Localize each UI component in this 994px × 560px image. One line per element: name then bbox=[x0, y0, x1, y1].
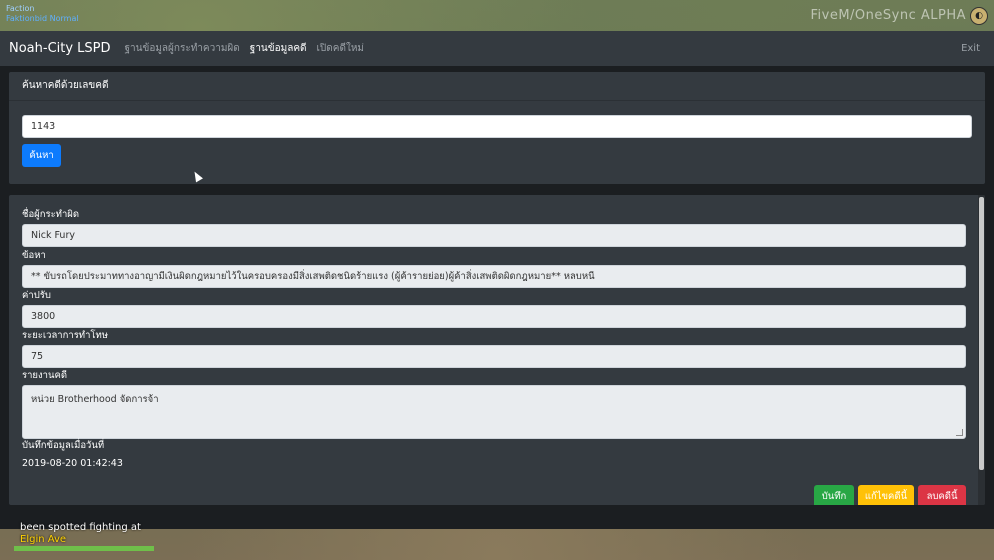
save-button[interactable]: บันทึก bbox=[814, 485, 854, 505]
search-card: ค้นหาคดีด้วยเลขคดี 1143 ค้นหา bbox=[9, 72, 985, 184]
fine-label: ค่าปรับ bbox=[22, 290, 51, 301]
report-label: รายงานคดี bbox=[22, 370, 67, 381]
notification-text: been spotted fighting at bbox=[20, 522, 141, 533]
hud-top-left-line2: Faktionbid Normal bbox=[6, 14, 79, 23]
nav-case-database[interactable]: ฐานข้อมูลคดี bbox=[250, 41, 307, 56]
voice-icon: ◐ bbox=[970, 7, 988, 25]
fine-field[interactable]: 3800 bbox=[22, 305, 966, 328]
navbar: Noah-City LSPD ฐานข้อมูลผู้กระทำความผิด … bbox=[0, 31, 994, 66]
saved-date-label: บันทึกข้อมูลเมื่อวันที่ bbox=[22, 440, 105, 451]
health-bar bbox=[14, 546, 154, 551]
brand-title[interactable]: Noah-City LSPD bbox=[9, 41, 111, 56]
health-bar-fill bbox=[14, 546, 154, 551]
nav-offender-database[interactable]: ฐานข้อมูลผู้กระทำความผิด bbox=[125, 41, 240, 56]
hud-top-left: Faction Faktionbid Normal bbox=[6, 4, 79, 24]
hud-top-left-line1: Faction bbox=[6, 4, 35, 13]
mdt-window: Noah-City LSPD ฐานข้อมูลผู้กระทำความผิด … bbox=[0, 31, 994, 529]
delete-case-button[interactable]: ลบคดีนี้ bbox=[918, 485, 966, 505]
hud-notification: been spotted fighting at Elgin Ave bbox=[20, 522, 141, 546]
case-number-input[interactable]: 1143 bbox=[22, 115, 972, 138]
charge-label: ข้อหา bbox=[22, 250, 46, 261]
search-button[interactable]: ค้นหา bbox=[22, 144, 61, 167]
report-text: หน่วย Brotherhood จัดการจ้า bbox=[31, 394, 159, 405]
record-scrollbar[interactable] bbox=[978, 195, 985, 505]
case-record-card: ชื่อผู้กระทำผิด Nick Fury ข้อหา ** ขับรถ… bbox=[9, 195, 985, 505]
offender-name-field[interactable]: Nick Fury bbox=[22, 224, 966, 247]
server-watermark: FiveM/OneSync ALPHA bbox=[810, 8, 966, 23]
nav-new-case[interactable]: เปิดคดีใหม่ bbox=[317, 41, 365, 56]
exit-link[interactable]: Exit bbox=[961, 43, 980, 54]
jail-time-field[interactable]: 75 bbox=[22, 345, 966, 368]
charge-field[interactable]: ** ขับรถโดยประมาททางอาญามีเงินผิดกฎหมายไ… bbox=[22, 265, 966, 288]
scrollbar-thumb[interactable] bbox=[979, 197, 984, 470]
jail-time-label: ระยะเวลาการทำโทษ bbox=[22, 330, 109, 341]
notification-location: Elgin Ave bbox=[20, 534, 67, 545]
saved-date-value: 2019-08-20 01:42:43 bbox=[22, 458, 123, 469]
report-textarea[interactable]: หน่วย Brotherhood จัดการจ้า bbox=[22, 385, 966, 439]
edit-case-button[interactable]: แก้ไขคดีนี้ bbox=[858, 485, 914, 505]
resize-handle-icon[interactable] bbox=[956, 429, 963, 436]
search-card-header: ค้นหาคดีด้วยเลขคดี bbox=[9, 72, 985, 101]
offender-label: ชื่อผู้กระทำผิด bbox=[22, 209, 80, 220]
